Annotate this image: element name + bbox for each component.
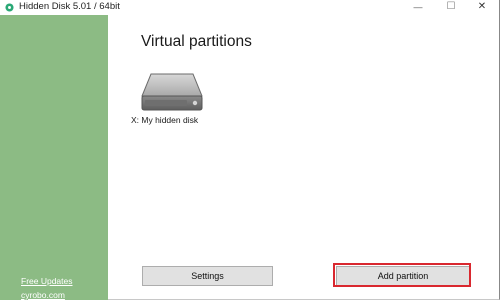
maximize-icon: ☐	[446, 1, 456, 12]
hidden-disk-app-icon	[5, 3, 14, 12]
title-bar[interactable]: Hidden Disk 5.01 / 64bit — ☐ ✕	[0, 0, 499, 15]
maximize-button[interactable]: ☐	[436, 0, 466, 13]
window-title: Hidden Disk 5.01 / 64bit	[19, 1, 120, 12]
sidebar: Free Updates cyrobo.com	[0, 15, 108, 300]
close-icon: ✕	[477, 1, 487, 12]
disk-label: X: My hidden disk	[131, 115, 199, 125]
minimize-icon: —	[413, 1, 423, 12]
close-button[interactable]: ✕	[467, 0, 497, 13]
hard-drive-icon	[141, 73, 203, 111]
settings-button[interactable]: Settings	[142, 266, 273, 286]
free-updates-link[interactable]: Free Updates	[21, 276, 73, 286]
disk-item[interactable]: X: My hidden disk	[130, 70, 212, 130]
app-window: Hidden Disk 5.01 / 64bit — ☐ ✕ Free Upda…	[0, 0, 500, 300]
minimize-button[interactable]: —	[403, 0, 433, 13]
page-title: Virtual partitions	[141, 33, 252, 50]
cyrobo-website-link[interactable]: cyrobo.com	[21, 290, 65, 300]
add-partition-button[interactable]: Add partition	[336, 266, 470, 286]
